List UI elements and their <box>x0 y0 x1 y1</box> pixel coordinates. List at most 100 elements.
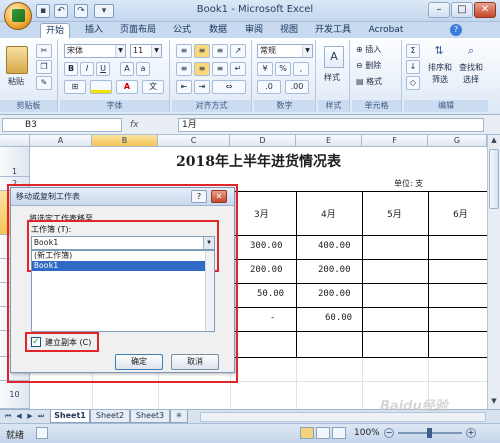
align-left-icon[interactable]: ≡ <box>176 62 192 76</box>
orientation-icon[interactable]: ↗ <box>230 44 246 58</box>
border-icon[interactable]: ⊞ <box>64 80 86 94</box>
decrease-indent-icon[interactable]: ⇤ <box>176 80 192 94</box>
format-painter-icon[interactable]: ✎ <box>36 76 52 90</box>
phonetic-icon[interactable]: 文 <box>142 80 164 94</box>
month-header-cell[interactable]: 5月 <box>387 207 402 220</box>
grow-font-icon[interactable]: A <box>120 62 134 76</box>
macro-record-icon[interactable] <box>36 427 48 439</box>
clear-icon[interactable]: ◇ <box>406 76 420 90</box>
unit-label-cell[interactable]: 单位: 支 <box>394 178 423 189</box>
find-select-icon[interactable]: ⌕ <box>462 44 480 60</box>
maximize-button[interactable]: □ <box>451 2 473 18</box>
first-sheet-icon[interactable]: ⏮ <box>3 411 13 422</box>
decrease-decimal-icon[interactable]: .00 <box>285 80 309 94</box>
italic-button[interactable]: I <box>80 62 94 76</box>
help-icon[interactable]: ? <box>450 24 462 36</box>
data-cell[interactable]: 300.00 <box>250 241 283 251</box>
insert-sheet-icon[interactable]: ✳ <box>170 410 188 423</box>
align-right-icon[interactable]: ≡ <box>212 62 228 76</box>
align-bottom-icon[interactable]: ≡ <box>212 44 228 58</box>
cut-icon[interactable]: ✂ <box>36 44 52 58</box>
tab-developer[interactable]: 开发工具 <box>310 23 356 38</box>
bold-button[interactable]: B <box>64 62 78 76</box>
find-select-label[interactable]: 查找和 选择 <box>454 62 488 86</box>
zoom-slider-thumb[interactable] <box>427 428 432 438</box>
page-break-view-icon[interactable] <box>332 427 346 439</box>
insert-function-button[interactable]: fx <box>130 117 176 133</box>
underline-button[interactable]: U <box>96 62 110 76</box>
sheet-tab-sheet3[interactable]: Sheet3 <box>130 410 170 423</box>
sheet-title-cell[interactable]: 2018年上半年进货情况表 <box>30 148 487 176</box>
row-header[interactable]: 1 <box>0 147 30 177</box>
tab-review[interactable]: 审阅 <box>240 23 268 38</box>
copy-icon[interactable]: ❐ <box>36 60 52 74</box>
next-sheet-icon[interactable]: ▶ <box>25 411 35 422</box>
month-header-cell[interactable]: 4月 <box>321 207 336 220</box>
fill-color-icon[interactable] <box>90 80 112 94</box>
align-top-icon[interactable]: ≡ <box>176 44 192 58</box>
font-color-icon[interactable]: A <box>116 80 138 94</box>
zoom-in-icon[interactable]: + <box>466 428 476 438</box>
data-cell[interactable]: 60.00 <box>325 313 352 323</box>
currency-icon[interactable]: ¥ <box>257 62 273 76</box>
increase-decimal-icon[interactable]: .0 <box>257 80 281 94</box>
qat-customize-icon[interactable]: ▾ <box>94 4 114 18</box>
tab-acrobat[interactable]: Acrobat <box>364 23 408 38</box>
scroll-up-icon[interactable]: ▲ <box>489 136 499 146</box>
sheet-tab-sheet1[interactable]: Sheet1 <box>50 410 90 423</box>
redo-icon[interactable]: ↷ <box>74 4 88 18</box>
comma-button[interactable]: , <box>293 62 309 76</box>
tab-insert[interactable]: 插入 <box>80 23 108 38</box>
autosum-icon[interactable]: Σ <box>406 44 420 58</box>
percent-button[interactable]: % <box>275 62 291 76</box>
column-header[interactable]: F <box>362 135 428 147</box>
font-name-select[interactable]: 宋体 ▼ <box>64 44 126 58</box>
save-icon[interactable]: ▪ <box>36 4 50 18</box>
sheet-tab-sheet2[interactable]: Sheet2 <box>90 410 130 423</box>
data-cell[interactable]: 200.00 <box>318 265 351 275</box>
normal-view-icon[interactable] <box>300 427 314 439</box>
last-sheet-icon[interactable]: ⏭ <box>36 411 46 422</box>
shrink-font-icon[interactable]: a <box>136 62 150 76</box>
increase-indent-icon[interactable]: ⇥ <box>194 80 210 94</box>
row-header[interactable]: 10 <box>0 381 30 409</box>
styles-icon[interactable]: A <box>324 46 344 68</box>
align-center-icon[interactable]: ≡ <box>194 62 210 76</box>
zoom-level[interactable]: 100% <box>354 428 380 438</box>
month-header-cell[interactable]: 3月 <box>254 207 269 220</box>
name-box[interactable]: B3 <box>2 118 122 132</box>
zoom-out-icon[interactable]: − <box>384 428 394 438</box>
sort-filter-icon[interactable]: ⇅ <box>430 44 448 60</box>
delete-cells-button[interactable]: ⊖ 删除 <box>356 60 381 72</box>
prev-sheet-icon[interactable]: ◀ <box>14 411 24 422</box>
tab-formulas[interactable]: 公式 <box>168 23 196 38</box>
fill-icon[interactable]: ↓ <box>406 60 420 74</box>
merge-center-icon[interactable]: ⇔ <box>212 80 246 94</box>
close-button[interactable]: ✕ <box>474 2 496 18</box>
select-all-corner[interactable] <box>0 135 30 147</box>
column-header[interactable]: B <box>92 135 158 147</box>
column-header[interactable]: E <box>296 135 362 147</box>
scroll-down-icon[interactable]: ▼ <box>489 397 499 407</box>
column-header[interactable]: G <box>428 135 487 147</box>
vertical-scrollbar[interactable]: ▲ ▼ <box>487 135 500 409</box>
wrap-text-icon[interactable]: ↵ <box>230 62 246 76</box>
data-cell[interactable]: 200.00 <box>250 265 283 275</box>
column-header[interactable]: C <box>158 135 230 147</box>
tab-view[interactable]: 视图 <box>275 23 303 38</box>
insert-cells-button[interactable]: ⊕ 插入 <box>356 44 381 56</box>
column-header[interactable]: D <box>230 135 296 147</box>
column-header[interactable]: A <box>30 135 92 147</box>
format-cells-button[interactable]: ▤ 格式 <box>356 76 382 88</box>
office-button[interactable] <box>4 2 32 30</box>
font-size-select[interactable]: 11 ▼ <box>130 44 162 58</box>
minimize-button[interactable]: – <box>428 2 450 18</box>
align-middle-icon[interactable]: ≡ <box>194 44 210 58</box>
scroll-thumb[interactable] <box>489 149 499 209</box>
number-format-select[interactable]: 常规 ▼ <box>257 44 313 58</box>
undo-icon[interactable]: ↶ <box>54 4 68 18</box>
data-cell[interactable]: 400.00 <box>318 241 351 251</box>
tab-data[interactable]: 数据 <box>204 23 232 38</box>
page-layout-view-icon[interactable] <box>316 427 330 439</box>
data-cell[interactable]: 200.00 <box>318 289 351 299</box>
